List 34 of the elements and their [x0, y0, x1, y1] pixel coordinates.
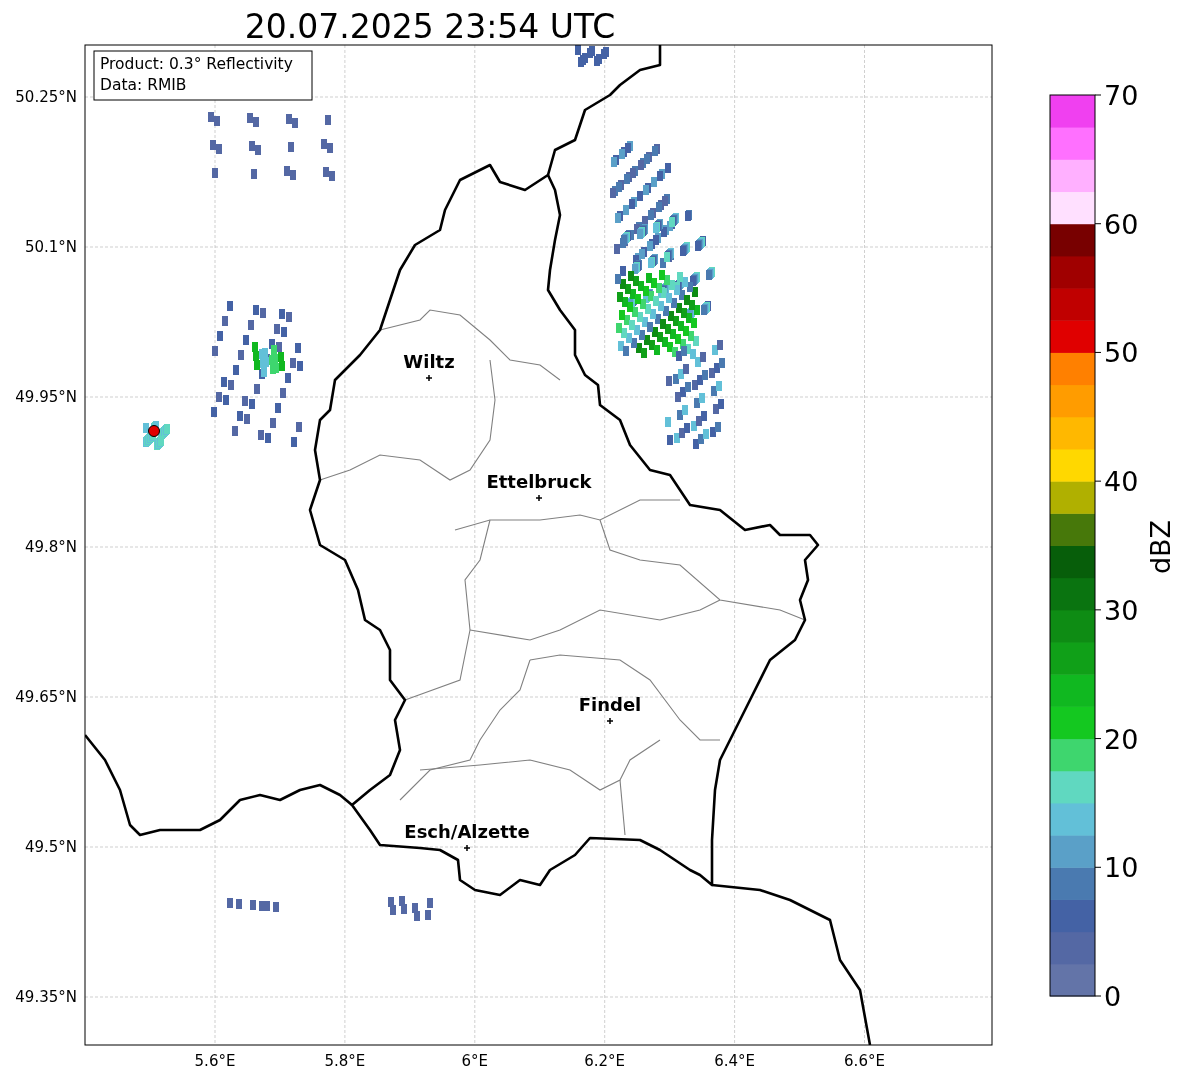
- longitude-tick-label: 6.2°E: [584, 1052, 626, 1070]
- colorbar-label: dBZ: [1145, 519, 1176, 575]
- city-marker-icon: [535, 494, 543, 502]
- city-label: Wiltz: [403, 351, 455, 372]
- longitude-tick-label: 6°E: [461, 1052, 489, 1070]
- latitude-tick-label: 49.35°N: [15, 988, 77, 1006]
- colorbar-tick-label: 20: [1104, 723, 1139, 755]
- colorbar-tick-label: 0: [1104, 981, 1122, 1012]
- longitude-tick-label: 6.4°E: [714, 1052, 755, 1070]
- chart-title: 20.07.2025 23:54 UTC: [244, 7, 616, 46]
- info-text: Product: 0.3° Reflectivity: [100, 55, 293, 73]
- city-marker-icon: [463, 844, 471, 852]
- longitude-tick-label: 5.6°E: [194, 1052, 236, 1070]
- colorbar-tick-label: 30: [1104, 594, 1139, 626]
- radar-site-icon: [148, 425, 160, 437]
- latitude-tick-label: 50.25°N: [15, 88, 77, 106]
- latitude-tick-label: 49.8°N: [24, 538, 77, 556]
- latitude-tick-label: 49.65°N: [15, 688, 77, 706]
- longitude-tick-label: 5.8°E: [324, 1052, 366, 1070]
- latitude-tick-label: 49.95°N: [15, 388, 77, 406]
- latitude-tick-label: 50.1°N: [24, 238, 77, 256]
- longitude-tick-label: 6.6°E: [844, 1052, 885, 1070]
- colorbar-tick-label: 40: [1104, 466, 1139, 498]
- city-label: Ettelbruck: [486, 471, 592, 492]
- colorbar-tick-label: 50: [1104, 337, 1139, 369]
- colorbar-tick-label: 70: [1104, 80, 1139, 111]
- info-text: Data: RMIB: [100, 76, 187, 94]
- city-marker-icon: [425, 374, 433, 382]
- colorbar-tick-label: 60: [1104, 208, 1139, 240]
- colorbar-tick-label: 10: [1104, 852, 1139, 884]
- city-marker-icon: [606, 717, 614, 725]
- latitude-tick-label: 49.5°N: [24, 838, 77, 856]
- city-label: Findel: [578, 694, 642, 715]
- city-label: Esch/Alzette: [404, 821, 530, 842]
